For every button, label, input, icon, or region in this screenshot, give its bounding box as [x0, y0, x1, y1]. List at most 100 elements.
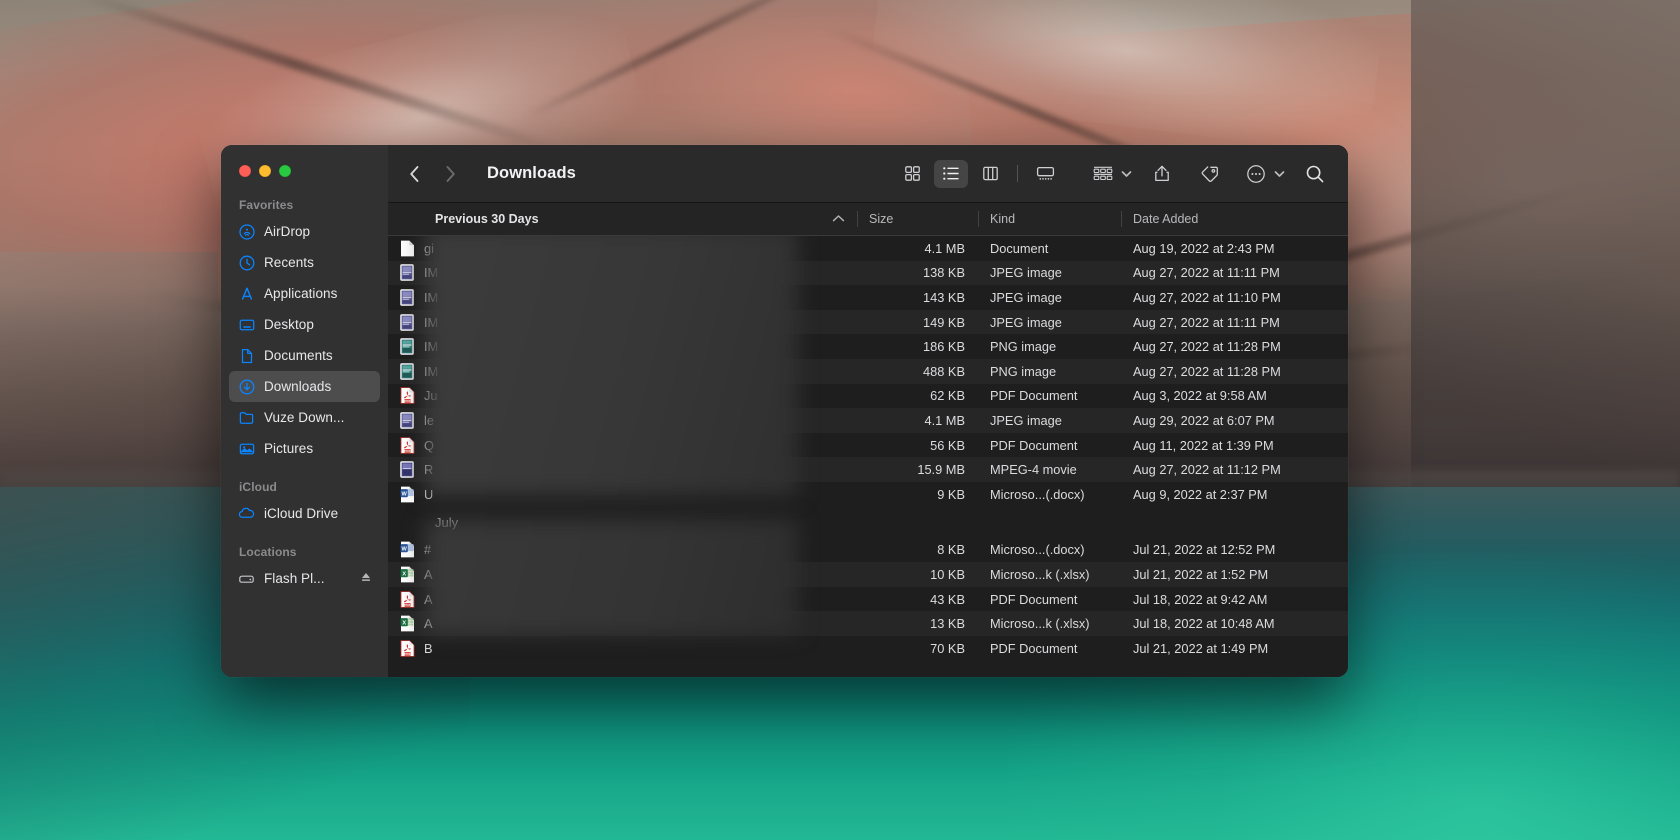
file-kind-cell: PNG image [990, 339, 1057, 355]
search-button[interactable] [1298, 160, 1332, 188]
table-row[interactable]: IM 488 KB PNG image Aug 27, 2022 at 11:28 P… [388, 358, 1348, 384]
file-name-cell: IM [388, 261, 857, 286]
back-button[interactable] [408, 164, 421, 184]
file-date-added-cell: Aug 27, 2022 at 11:12 PM [1133, 462, 1281, 478]
file-kind-cell: MPEG-4 movie [990, 462, 1077, 478]
table-row[interactable]: X A 13 KB Microso...k (.xlsx) Jul 18, 2022 a… [388, 611, 1348, 636]
table-row[interactable]: R 15.9 MB MPEG-4 movie Aug 27, 2022 at 11:1… [388, 457, 1348, 482]
desktop-icon [238, 316, 255, 333]
table-row[interactable]: PDF B 70 KB PDF Document Jul 21, 2022 at 1:4… [388, 635, 1348, 661]
file-date-added-cell: Jul 21, 2022 at 1:52 PM [1133, 566, 1269, 582]
table-row[interactable]: IM 138 KB JPEG image Aug 27, 2022 at 11:11 … [388, 260, 1348, 286]
file-name-cell: PDF Ju [388, 384, 857, 409]
svg-text:W: W [402, 547, 408, 553]
sidebar-section-favorites: Favorites AirDrop Recents Applications D… [221, 192, 388, 464]
table-row[interactable]: WU9 KB Microso...(.docx) Aug 9, 2022 at 2:… [388, 481, 1348, 507]
file-date-added-cell: Aug 9, 2022 at 2:37 PM [1133, 486, 1268, 502]
table-row[interactable]: PDF Ju 62 KB PDF Document Aug 3, 2022 at 9:5… [388, 383, 1348, 409]
table-row[interactable]: PDF A 43 KB PDF Document Jul 18, 2022 at 9:4… [388, 586, 1348, 612]
sidebar-item-label: Desktop [264, 317, 314, 332]
file-date-added-cell: Aug 27, 2022 at 11:11 PM [1133, 265, 1280, 281]
file-size-cell: 488 KB [923, 363, 965, 379]
table-row[interactable]: le 4.1 MB JPEG image Aug 29, 2022 at 6:07 P… [388, 408, 1348, 433]
sidebar-item-flash-player[interactable]: Flash Pl... [229, 563, 380, 594]
file-size-cell: 9 KB [937, 486, 965, 502]
pdf-icon: PDF [400, 387, 416, 405]
sidebar-item-vuze-downloads[interactable]: Vuze Down... [229, 402, 380, 433]
icon-view-button[interactable] [895, 160, 929, 188]
file-name-cell: IM [388, 310, 857, 335]
more-options-chevron-down-icon[interactable] [1274, 165, 1285, 183]
group-by-button[interactable] [1086, 160, 1120, 188]
sidebar-item-desktop[interactable]: Desktop [229, 309, 380, 340]
sidebar-item-downloads[interactable]: Downloads [229, 371, 380, 402]
file-size-cell: 70 KB [930, 640, 965, 656]
file-date-added-cell: Aug 11, 2022 at 1:39 PM [1133, 437, 1274, 453]
file-size-cell: 15.9 MB [917, 462, 965, 478]
file-name-cell: XA [388, 562, 857, 587]
file-size-cell: 149 KB [923, 314, 965, 330]
table-row[interactable]: gi 4.1 MB Document Aug 19, 2022 at 2:43 PM [388, 236, 1348, 261]
file-list[interactable]: gi 4.1 MB Document Aug 19, 2022 at 2:43 PM I… [388, 236, 1348, 677]
file-name-cell: le [388, 408, 857, 433]
zoom-button[interactable] [279, 165, 291, 177]
file-name-label: Q [424, 437, 434, 453]
file-name-label: le [424, 412, 434, 428]
table-row[interactable]: X A 10 KB Microso...k (.xlsx) Jul 21, 2022 a… [388, 562, 1348, 587]
png-thumbnail-icon [400, 338, 416, 355]
sidebar-item-airdrop[interactable]: AirDrop [229, 216, 380, 247]
sidebar-item-label: Downloads [264, 379, 332, 394]
svg-text:PDF: PDF [404, 448, 410, 452]
sidebar-item-recents[interactable]: Recents [229, 247, 380, 278]
file-name-label: A [424, 591, 433, 607]
column-header-date-added[interactable]: Date Added [1121, 203, 1348, 235]
sidebar-item-pictures[interactable]: Pictures [229, 433, 380, 464]
group-by-chevron-down-icon[interactable] [1121, 165, 1132, 183]
gallery-view-button[interactable] [1028, 160, 1062, 188]
jpeg-thumbnail-icon [400, 289, 416, 306]
sidebar-item-documents[interactable]: Documents [229, 340, 380, 371]
table-row[interactable]: IM 149 KB JPEG image Aug 27, 2022 at 11:11 … [388, 309, 1348, 335]
sidebar-item-label: Applications [264, 286, 338, 301]
file-date-added-cell: Jul 18, 2022 at 9:42 AM [1133, 591, 1268, 607]
file-kind-cell: Document [990, 240, 1049, 256]
forward-button[interactable] [444, 164, 457, 184]
file-kind-cell: JPEG image [990, 412, 1062, 428]
file-date-added-cell: Aug 19, 2022 at 2:43 PM [1133, 240, 1275, 256]
file-size-cell: 143 KB [923, 289, 965, 305]
pictures-icon [238, 440, 255, 457]
close-button[interactable] [239, 165, 251, 177]
table-row[interactable]: PDF Q 56 KB PDF Document Aug 11, 2022 at 1:3… [388, 432, 1348, 458]
file-kind-cell: Microso...k (.xlsx) [990, 616, 1090, 632]
file-name-cell: PDF A [388, 587, 857, 612]
file-kind-cell: PDF Document [990, 437, 1078, 453]
svg-text:PDF: PDF [404, 399, 410, 403]
word-icon: W [400, 541, 416, 558]
sidebar-item-icloud-drive[interactable]: iCloud Drive [229, 498, 380, 529]
column-header-kind[interactable]: Kind [978, 203, 1121, 235]
sidebar-item-label: AirDrop [264, 224, 311, 239]
file-name-label: IM [424, 265, 439, 281]
column-header-name[interactable]: Previous 30 Days [388, 203, 857, 235]
table-row[interactable]: IM 143 KB JPEG image Aug 27, 2022 at 11:10 … [388, 285, 1348, 310]
eject-icon[interactable] [360, 570, 372, 588]
file-size-cell: 10 KB [930, 566, 965, 582]
list-view-button[interactable] [934, 159, 968, 188]
column-header-size[interactable]: Size [857, 203, 978, 235]
file-date-added-cell: Jul 18, 2022 at 10:48 AM [1133, 616, 1275, 632]
jpeg-thumbnail-icon [400, 412, 416, 429]
column-headers: Previous 30 Days Size Kind Date Added [388, 203, 1348, 236]
file-name-label: IM [424, 314, 439, 330]
tag-button[interactable] [1192, 160, 1226, 188]
more-options-button[interactable] [1239, 160, 1273, 188]
column-view-button[interactable] [973, 160, 1007, 188]
share-button[interactable] [1145, 160, 1179, 188]
cloud-icon [238, 505, 255, 522]
file-size-cell: 56 KB [930, 437, 965, 453]
sidebar-item-applications[interactable]: Applications [229, 278, 380, 309]
toolbar: Downloads [388, 145, 1348, 203]
table-row[interactable]: IM 186 KB PNG image Aug 27, 2022 at 11:28 P… [388, 334, 1348, 359]
table-row[interactable]: W #8 KB Microso...(.docx) Jul 21, 2022 at 1… [388, 537, 1348, 563]
applications-icon [238, 285, 255, 302]
minimize-button[interactable] [259, 165, 271, 177]
